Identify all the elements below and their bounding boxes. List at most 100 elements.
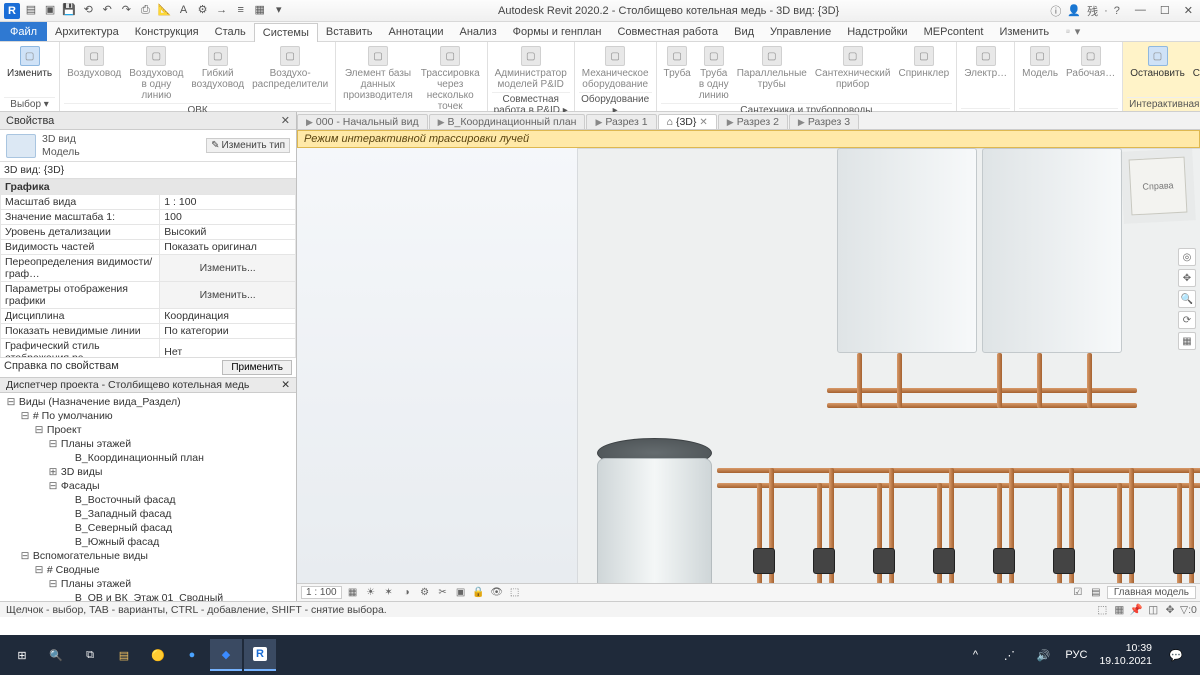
select-underlay-icon[interactable]: ▦	[1112, 604, 1126, 616]
tree-node[interactable]: В_Южный фасад	[0, 535, 296, 549]
properties-help-link[interactable]: Справка по свойствам	[4, 360, 119, 372]
qat-measure-icon[interactable]: 📐	[157, 3, 171, 17]
tree-node[interactable]: ⊟ Проект	[0, 423, 296, 437]
ribbon-tab[interactable]: Совместная работа	[609, 22, 726, 41]
user-icon[interactable]: 👤	[1067, 4, 1081, 17]
ribbon-tab[interactable]: Конструкция	[127, 22, 207, 41]
notifications-icon[interactable]: 💬	[1160, 639, 1192, 671]
ribbon-tab[interactable]: Вид	[726, 22, 762, 41]
view-tab[interactable]: ▶Разрез 2	[718, 114, 788, 129]
ribbon-button[interactable]: ▢Воздуховодв одну линию	[126, 44, 186, 103]
look-icon[interactable]: ▦	[1178, 332, 1196, 350]
ribbon-tab[interactable]: Архитектура	[47, 22, 127, 41]
tree-node[interactable]: ⊟ Планы этажей	[0, 577, 296, 591]
qat-text-icon[interactable]: A	[177, 4, 191, 18]
tree-toggle-icon[interactable]: ⊟	[48, 577, 58, 591]
apply-button[interactable]: Применить	[222, 360, 292, 375]
qat-open-icon[interactable]: ▣	[43, 3, 57, 17]
zoom-icon[interactable]: 🔍	[1178, 290, 1196, 308]
tree-node[interactable]: ⊟ # Сводные	[0, 563, 296, 577]
help-icon[interactable]: ?	[1114, 5, 1120, 17]
prop-value[interactable]: 100	[160, 210, 296, 225]
ribbon-button[interactable]: ▢Сантехническийприбор	[812, 44, 894, 92]
qat-redo-icon[interactable]: ↷	[119, 3, 133, 17]
ribbon-tab[interactable]: Формы и генплан	[505, 22, 610, 41]
ribbon-tab[interactable]: Управление	[762, 22, 839, 41]
select-pinned-icon[interactable]: 📌	[1129, 603, 1143, 616]
visual-style-icon[interactable]: ☀	[364, 586, 378, 600]
prop-value[interactable]: Изменить...	[160, 282, 296, 309]
tree-node[interactable]: ⊟ Фасады	[0, 479, 296, 493]
ribbon-button[interactable]: ▢Рабочая…	[1063, 44, 1118, 81]
explorer-icon[interactable]: ▤	[108, 639, 140, 671]
edit-type-button[interactable]: ✎Изменить тип	[206, 138, 290, 153]
ribbon-button[interactable]: ▢Гибкийвоздуховод	[188, 44, 247, 92]
ribbon-tab[interactable]: Системы	[254, 23, 318, 42]
qat-icon[interactable]: →	[215, 4, 229, 18]
sun-path-icon[interactable]: ✶	[382, 586, 396, 600]
maximize-button[interactable]: ☐	[1157, 4, 1173, 17]
render-icon[interactable]: ⚙	[418, 586, 432, 600]
ribbon-button[interactable]: ▢Электр…	[961, 44, 1010, 81]
tree-toggle-icon[interactable]: ⊟	[34, 423, 44, 437]
prop-value[interactable]: Показать оригинал	[160, 240, 296, 255]
qat-print-icon[interactable]: ⎙	[138, 4, 152, 18]
ribbon-button[interactable]: ▢Модель	[1019, 44, 1061, 81]
drag-icon[interactable]: ✥	[1163, 604, 1177, 616]
prop-value[interactable]: По категории	[160, 324, 296, 339]
desopt-icon[interactable]: ▤	[1089, 586, 1103, 600]
app-icon[interactable]: ◆	[210, 639, 242, 671]
tree-toggle-icon[interactable]: ⊟	[48, 437, 58, 451]
tree-node[interactable]: В_Координационный план	[0, 451, 296, 465]
volume-icon[interactable]: 🔊	[1027, 639, 1059, 671]
start-button[interactable]: ⊞	[6, 639, 38, 671]
prop-value[interactable]: Изменить...	[160, 255, 296, 282]
qat-undo-icon[interactable]: ↶	[100, 3, 114, 17]
revit-taskbar-icon[interactable]: R	[244, 639, 276, 671]
search-icon[interactable]: 🔍	[40, 639, 72, 671]
ribbon-button[interactable]: ▢Администратор моделей P&ID	[492, 44, 570, 92]
ribbon-button[interactable]: ▢Трубав одну линию	[696, 44, 732, 103]
tree-toggle-icon[interactable]: ⊟	[34, 563, 44, 577]
qat-icon[interactable]: ▤	[24, 3, 38, 17]
ribbon-tab[interactable]: Вставить	[318, 22, 381, 41]
ribbon-button[interactable]: ▢Механическоеоборудование	[579, 44, 652, 92]
qat-sync-icon[interactable]: ⟲	[81, 3, 95, 17]
ribbon-tab[interactable]: Изменить	[991, 22, 1057, 41]
tree-node[interactable]: В_Северный фасад	[0, 521, 296, 535]
qat-save-icon[interactable]: 💾	[62, 3, 76, 17]
tab-close-icon[interactable]: ✕	[699, 117, 707, 128]
task-view-icon[interactable]: ⧉	[74, 639, 106, 671]
tree-toggle-icon[interactable]: ⊟	[48, 479, 58, 493]
crop-region-icon[interactable]: ▣	[454, 586, 468, 600]
tree-node[interactable]: ⊞ 3D виды	[0, 465, 296, 479]
crop-icon[interactable]: ✂	[436, 586, 450, 600]
workset-icon[interactable]: ☑	[1071, 586, 1085, 600]
pan-icon[interactable]: ✥	[1178, 269, 1196, 287]
tree-node[interactable]: ⊟ Виды (Назначение вида_Раздел)	[0, 395, 296, 409]
ribbon-button[interactable]: ▢Сохранить	[1190, 44, 1200, 81]
view-tab[interactable]: ▶Разрез 1	[586, 114, 656, 129]
ribbon-button[interactable]: ▢Спринклер	[895, 44, 952, 81]
ribbon-button[interactable]: ▢Воздухо-распределители	[249, 44, 331, 92]
lock-icon[interactable]: 🔒	[472, 586, 486, 600]
ribbon-button[interactable]: ▢Элемент базы данныхпроизводителя	[340, 44, 416, 103]
detail-level-icon[interactable]: ▦	[346, 586, 360, 600]
view-tab[interactable]: ▶000 - Начальный вид	[297, 114, 428, 129]
view-tab[interactable]: ▶В_Координационный план	[429, 114, 586, 129]
select-face-icon[interactable]: ◫	[1146, 604, 1160, 616]
temp-hide-icon[interactable]: 👁	[490, 586, 504, 600]
ribbon-button[interactable]: ▢Труба	[661, 44, 694, 81]
qat-icon[interactable]: ▾	[272, 3, 286, 17]
network-icon[interactable]: ⋰	[993, 639, 1025, 671]
ribbon-tab[interactable]: MEPcontent	[916, 22, 992, 41]
ribbon-button[interactable]: ▢Параллельныетрубы	[734, 44, 810, 92]
view-tab[interactable]: ▶Разрез 3	[789, 114, 859, 129]
ribbon-tab[interactable]: Аннотации	[381, 22, 452, 41]
close-button[interactable]: ✕	[1181, 4, 1196, 17]
ribbon-button[interactable]: ▢Воздуховод	[64, 44, 124, 81]
tree-node[interactable]: В_Восточный фасад	[0, 493, 296, 507]
tray-overflow-icon[interactable]: ^	[959, 639, 991, 671]
tree-node[interactable]: В_ОВ и ВК_Этаж 01_Сводный	[0, 591, 296, 601]
tree-toggle-icon[interactable]: ⊟	[20, 549, 30, 563]
